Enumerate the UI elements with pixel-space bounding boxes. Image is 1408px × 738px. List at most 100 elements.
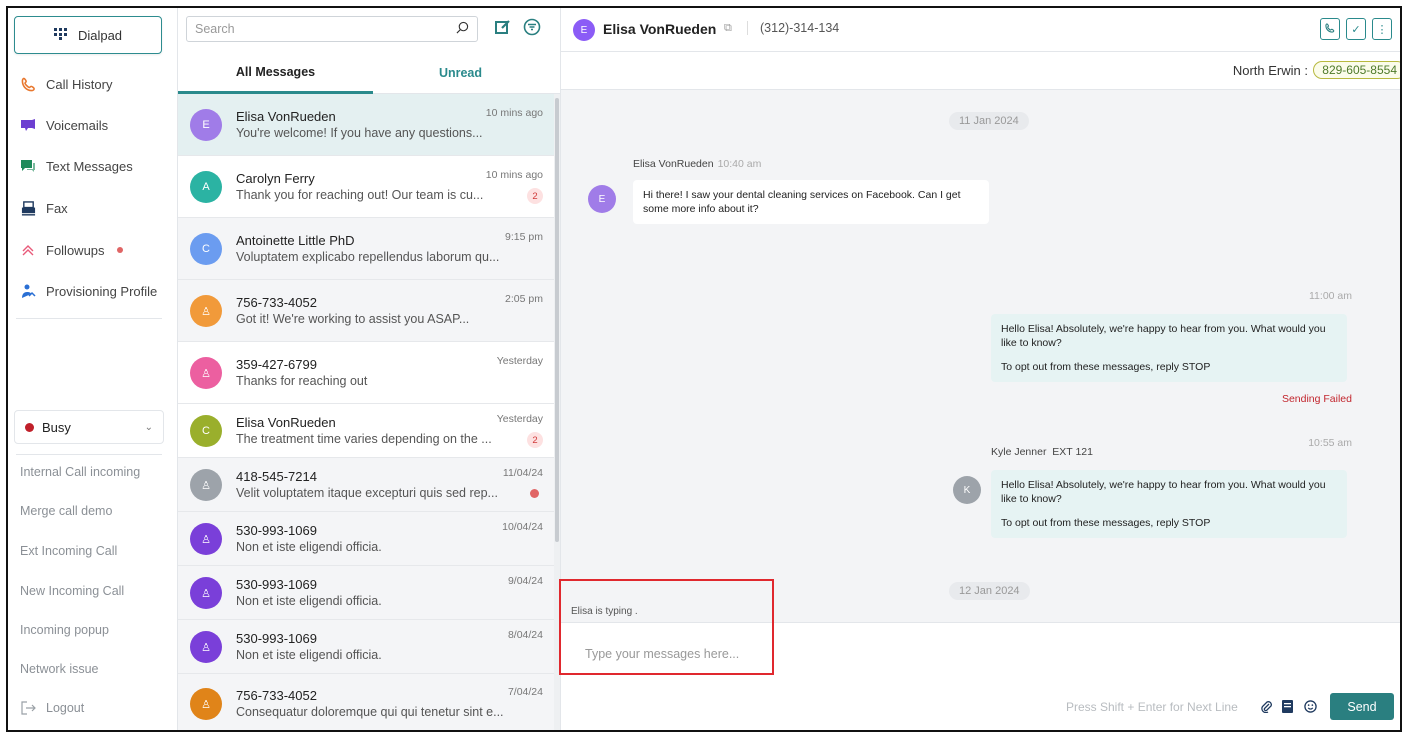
nav-item-text-messages[interactable]: Text Messages — [20, 158, 133, 174]
more-options-button[interactable]: ⋮ — [1372, 18, 1392, 40]
nav-item-label: Provisioning Profile — [46, 283, 158, 299]
nav-item-label: Text Messages — [46, 158, 133, 174]
nav-item-voicemails[interactable]: Voicemails — [20, 117, 108, 133]
conversation-preview: You're welcome! If you have any question… — [236, 126, 483, 140]
avatar: ♙ — [190, 688, 222, 720]
conversation-name: 756-733-4052 — [236, 688, 317, 703]
conversation-name: 530-993-1069 — [236, 631, 317, 646]
conversation-item[interactable]: C Antoinette Little PhD Voluptatem explica… — [178, 218, 555, 280]
notification-dot — [116, 247, 123, 253]
date-separator: 11 Jan 2024 — [949, 112, 1029, 130]
demo-new-incoming-call[interactable]: New Incoming Call — [20, 584, 124, 598]
search-input[interactable]: Search — [186, 16, 478, 42]
conversation-item[interactable]: A Carolyn Ferry Thank you for reaching out… — [178, 156, 555, 218]
conversation-time: 7/04/24 — [507, 686, 543, 698]
divider — [16, 454, 162, 455]
nav-item-provisioning-profile[interactable]: Provisioning Profile — [20, 283, 157, 299]
conversation-preview: Got it! We're working to assist you ASAP… — [236, 312, 470, 326]
chat-header: E Elisa VonRueden ⧉ (312)-314-134 ✓ ⋮ — [561, 8, 1400, 52]
template-icon[interactable] — [1280, 699, 1294, 713]
conversation-preview: The treatment time varies depending on t… — [236, 432, 492, 446]
message-time: 10:55 am — [1308, 437, 1352, 449]
conversation-item[interactable]: ♙ 756-733-4052 Got it! We're working to as… — [178, 280, 555, 342]
avatar: ♙ — [190, 523, 222, 555]
message-bubble-incoming: Hi there! I saw your dental cleaning ser… — [633, 180, 989, 224]
conversation-item[interactable]: ♙ 530-993-1069 Non et iste eligendi offici… — [178, 566, 555, 620]
conversation-item[interactable]: ♙ 756-733-4052 Consequatur doloremque qui … — [178, 674, 555, 730]
conversation-preview: Velit voluptatem itaque excepturi quis s… — [236, 486, 498, 500]
logout-icon — [20, 700, 36, 716]
conversation-item[interactable]: ♙ 418-545-7214 Velit voluptatem itaque exc… — [178, 458, 555, 512]
conversation-item[interactable]: ♙ 530-993-1069 Non et iste eligendi offici… — [178, 620, 555, 674]
followup-icon — [20, 242, 36, 258]
tab-unread[interactable]: Unread — [373, 52, 548, 94]
message-opt-out-text: To opt out from these messages, reply ST… — [1001, 361, 1211, 373]
nav-item-call-history[interactable]: Call History — [20, 76, 112, 92]
demo-merge-call[interactable]: Merge call demo — [20, 504, 112, 518]
demo-internal-call-incoming[interactable]: Internal Call incoming — [20, 465, 140, 479]
message-meta: Elisa VonRueden 10:40 am — [633, 158, 761, 170]
conversation-time: 10 mins ago — [485, 169, 543, 181]
search-placeholder: Search — [195, 22, 235, 36]
conversation-name: 756-733-4052 — [236, 295, 317, 310]
call-button[interactable] — [1320, 18, 1340, 40]
conversation-preview: Thanks for reaching out — [236, 374, 368, 388]
contact-phone: (312)-314-134 — [747, 21, 839, 35]
voicemail-icon — [20, 117, 36, 133]
conversation-time: 8/04/24 — [507, 629, 543, 641]
avatar: ♙ — [190, 295, 222, 327]
user-share-icon — [20, 283, 36, 299]
attachment-icon[interactable] — [1259, 699, 1273, 713]
demo-network-issue[interactable]: Network issue — [20, 662, 99, 676]
scrollbar-thumb[interactable] — [555, 98, 559, 542]
dialpad-button[interactable]: Dialpad — [14, 16, 162, 54]
conversation-name: 530-993-1069 — [236, 577, 317, 592]
message-sender: Kyle Jenner — [991, 446, 1047, 458]
check-icon: ✓ — [1351, 23, 1361, 36]
nav-item-label: Voicemails — [46, 117, 109, 133]
filter-icon[interactable] — [523, 18, 541, 41]
dialpad-label: Dialpad — [77, 27, 123, 43]
message-bubble-outgoing: Hello Elisa! Absolutely, we're happy to … — [991, 470, 1347, 538]
conversation-name: 359-427-6799 — [236, 357, 317, 372]
phone-icon — [20, 76, 36, 92]
demo-incoming-popup[interactable]: Incoming popup — [20, 623, 109, 637]
tab-all-messages[interactable]: All Messages — [178, 52, 373, 94]
compose-icon[interactable] — [494, 18, 512, 41]
chevron-down-icon: ⌄ — [144, 421, 153, 433]
contact-name[interactable]: Elisa VonRueden — [603, 21, 716, 37]
message-opt-out-text: To opt out from these messages, reply ST… — [1001, 517, 1211, 529]
conversation-item[interactable]: E Elisa VonRueden You're welcome! If you h… — [178, 94, 555, 156]
nav-item-followups[interactable]: Followups — [20, 242, 123, 258]
unread-dot — [530, 489, 539, 498]
conversation-item[interactable]: C Elisa VonRueden The treatment time varie… — [178, 404, 555, 458]
emoji-icon[interactable] — [1303, 699, 1317, 713]
conversation-item[interactable]: ♙ 359-427-6799 Thanks for reaching out Yest… — [178, 342, 555, 404]
nav-item-fax[interactable]: Fax — [20, 200, 68, 216]
composer-hint: Press Shift + Enter for Next Line — [1066, 700, 1238, 714]
conversation-item[interactable]: ♙ 530-993-1069 Non et iste eligendi offici… — [178, 512, 555, 566]
conversation-preview: Thank you for reaching out! Our team is … — [236, 188, 484, 202]
status-select[interactable]: Busy ⌄ — [14, 410, 164, 444]
conversation-preview: Non et iste eligendi officia. — [236, 594, 382, 608]
resolve-button[interactable]: ✓ — [1346, 18, 1366, 40]
conversation-time: 9/04/24 — [507, 575, 543, 587]
dialpad-icon — [53, 27, 68, 43]
avatar: C — [190, 233, 222, 265]
external-link-icon[interactable]: ⧉ — [724, 22, 732, 35]
message-bubble-outgoing: Hello Elisa! Absolutely, we're happy to … — [991, 314, 1347, 382]
avatar: C — [190, 415, 222, 447]
send-button[interactable]: Send — [1330, 693, 1394, 720]
date-separator: 12 Jan 2024 — [949, 582, 1030, 600]
logout-button[interactable]: Logout — [20, 700, 84, 716]
fax-icon — [20, 200, 36, 216]
conversation-time: Yesterday — [496, 413, 543, 425]
demo-ext-incoming-call[interactable]: Ext Incoming Call — [20, 544, 117, 558]
avatar: E — [190, 109, 222, 141]
avatar: ♙ — [190, 469, 222, 501]
conversation-time: 11/04/24 — [502, 467, 543, 479]
more-vertical-icon: ⋮ — [1376, 23, 1388, 36]
conversation-name: Antoinette Little PhD — [236, 233, 355, 248]
left-nav: Dialpad Call History Voicemails Text Mes… — [8, 8, 178, 730]
conversation-time: Yesterday — [496, 355, 543, 367]
